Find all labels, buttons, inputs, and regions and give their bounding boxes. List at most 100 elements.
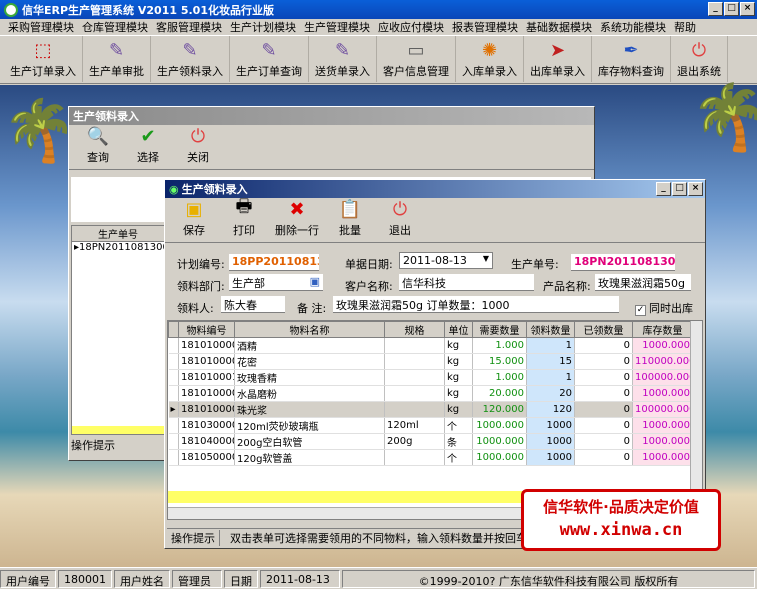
- table-cell[interactable]: 1000.000: [632, 417, 693, 434]
- table-cell[interactable]: 1000: [526, 417, 575, 434]
- table-cell[interactable]: 15: [526, 353, 575, 370]
- table-cell[interactable]: 个: [444, 449, 473, 466]
- table-cell[interactable]: 15.000: [472, 353, 527, 370]
- table-cell[interactable]: 120ml: [384, 417, 445, 434]
- table-cell[interactable]: 1000: [526, 449, 575, 466]
- table-cell[interactable]: 酒精: [234, 337, 385, 354]
- batch-button[interactable]: 📋 批量: [325, 199, 375, 240]
- table-row[interactable]: 1810500004120g软管盖个1000.000100001000.000: [168, 449, 693, 466]
- table-row[interactable]: 1810300001120ml荧砂玻璃瓶120ml个1000.000100001…: [168, 417, 693, 434]
- table-row[interactable]: 1810100006花密 kg15.000150110000.000: [168, 353, 693, 370]
- table-cell[interactable]: [384, 401, 445, 418]
- window-maximize-button[interactable]: □: [672, 182, 687, 196]
- toolbar-pick-entry-button[interactable]: ✎ 生产领料录入: [151, 36, 230, 82]
- table-cell[interactable]: 0: [574, 401, 633, 418]
- col-header-picked[interactable]: 已领数量: [574, 321, 633, 338]
- col-header-spec[interactable]: 规格: [384, 321, 445, 338]
- table-cell[interactable]: 1810100007: [178, 385, 235, 402]
- menu-production[interactable]: 生产管理模块: [300, 19, 374, 35]
- delete-row-button[interactable]: ✖ 删除一行: [269, 199, 325, 240]
- back-grid-row[interactable]: ▸18PN20110813001: [72, 242, 164, 253]
- table-cell[interactable]: 100000.000: [632, 401, 693, 418]
- table-cell[interactable]: 1810100001: [178, 337, 235, 354]
- table-cell[interactable]: kg: [444, 385, 473, 402]
- window-minimize-button[interactable]: _: [656, 182, 671, 196]
- table-cell[interactable]: 水晶磨粉: [234, 385, 385, 402]
- back-window-grid[interactable]: 生产单号 ▸18PN20110813001: [71, 225, 165, 435]
- table-row[interactable]: 1810100012玫瑰香精 kg1.00010100000.000: [168, 369, 693, 386]
- print-button[interactable]: 🖶 打印: [219, 196, 269, 240]
- window-close-button[interactable]: ×: [688, 182, 703, 196]
- table-cell[interactable]: 100000.000: [632, 369, 693, 386]
- table-cell[interactable]: 1000.000: [632, 449, 693, 466]
- table-cell[interactable]: 20: [526, 385, 575, 402]
- table-row[interactable]: 1810100001酒精 kg1.000101000.000: [168, 337, 693, 354]
- table-cell[interactable]: 花密: [234, 353, 385, 370]
- table-cell[interactable]: 0: [574, 337, 633, 354]
- close-button[interactable]: ×: [740, 2, 755, 16]
- table-cell[interactable]: 1: [526, 337, 575, 354]
- toolbar-order-query-button[interactable]: ✎ 生产订单查询: [230, 36, 309, 82]
- checkbox-checked-icon[interactable]: ✓: [635, 305, 646, 316]
- close-window-button[interactable]: ⏻ 关闭: [173, 126, 223, 167]
- col-header-name[interactable]: 物料名称: [234, 321, 385, 338]
- table-cell[interactable]: 1810500004: [178, 449, 235, 466]
- exit-button[interactable]: ⏻ 退出: [375, 199, 425, 240]
- remark-field[interactable]: 玫瑰果滋润霜50g 订单数量：1000: [333, 296, 619, 313]
- picker-field[interactable]: 陈大春: [221, 296, 285, 313]
- table-cell[interactable]: 1810300001: [178, 417, 235, 434]
- menu-basic-data[interactable]: 基础数据模块: [522, 19, 596, 35]
- table-cell[interactable]: [384, 369, 445, 386]
- toolbar-outbound-button[interactable]: ➤ 出库单录入: [524, 36, 592, 82]
- table-cell[interactable]: 1000.000: [472, 433, 527, 450]
- table-cell[interactable]: 1000.000: [632, 433, 693, 450]
- table-cell[interactable]: 200g空白软管: [234, 433, 385, 450]
- table-cell[interactable]: 120ml荧砂玻璃瓶: [234, 417, 385, 434]
- table-cell[interactable]: 0: [574, 449, 633, 466]
- menu-service[interactable]: 客服管理模块: [152, 19, 226, 35]
- col-header-required[interactable]: 需要数量: [472, 321, 527, 338]
- dropdown-arrow-icon[interactable]: ▼: [483, 254, 489, 263]
- menu-report[interactable]: 报表管理模块: [448, 19, 522, 35]
- table-cell[interactable]: kg: [444, 401, 473, 418]
- toolbar-customer-button[interactable]: ▭ 客户信息管理: [377, 36, 456, 82]
- table-cell[interactable]: 110000.000: [632, 353, 693, 370]
- table-cell[interactable]: 1000.000: [472, 417, 527, 434]
- save-button[interactable]: ▣ 保存: [169, 199, 219, 240]
- table-cell[interactable]: 120.000: [472, 401, 527, 418]
- table-cell[interactable]: 0: [574, 385, 633, 402]
- table-cell[interactable]: 20.000: [472, 385, 527, 402]
- table-cell[interactable]: [384, 337, 445, 354]
- table-cell[interactable]: kg: [444, 353, 473, 370]
- lookup-icon[interactable]: ▣: [310, 275, 320, 288]
- table-cell[interactable]: 200g: [384, 433, 445, 450]
- table-cell[interactable]: 120: [526, 401, 575, 418]
- table-cell[interactable]: kg: [444, 337, 473, 354]
- table-cell[interactable]: 1000.000: [632, 337, 693, 354]
- table-cell[interactable]: 1000.000: [472, 449, 527, 466]
- table-cell[interactable]: 条: [444, 433, 473, 450]
- table-row[interactable]: 1810100007水晶磨粉 kg20.0002001000.000: [168, 385, 693, 402]
- toolbar-stock-query-button[interactable]: ✒ 库存物料查询: [592, 36, 671, 82]
- col-header-pick-qty[interactable]: 领料数量: [526, 321, 575, 338]
- customer-field[interactable]: 信华科技: [399, 274, 534, 291]
- table-cell[interactable]: 1000.000: [632, 385, 693, 402]
- toolbar-order-entry-button[interactable]: ⬚ 生产订单录入: [4, 36, 83, 82]
- prod-no-field[interactable]: 18PN20110813001: [571, 254, 675, 271]
- date-picker[interactable]: 2011-08-13 ▼: [399, 252, 493, 269]
- col-header-stock[interactable]: 库存数量: [632, 321, 693, 338]
- select-button[interactable]: ✔ 选择: [123, 126, 173, 167]
- outbound-checkbox[interactable]: ✓ 同时出库: [635, 300, 693, 316]
- table-cell[interactable]: [384, 353, 445, 370]
- maximize-button[interactable]: □: [724, 2, 739, 16]
- table-cell[interactable]: 个: [444, 417, 473, 434]
- col-header-unit[interactable]: 单位: [444, 321, 473, 338]
- table-cell[interactable]: 0: [574, 353, 633, 370]
- toolbar-approve-button[interactable]: ✎ 生产单审批: [83, 36, 151, 82]
- table-cell[interactable]: 0: [574, 417, 633, 434]
- minimize-button[interactable]: _: [708, 2, 723, 16]
- product-field[interactable]: 玫瑰果滋润霜50g: [595, 274, 691, 291]
- table-row[interactable]: ▸1810100008珠光浆kg120.0001200100000.000: [168, 401, 693, 418]
- table-cell[interactable]: kg: [444, 369, 473, 386]
- table-cell[interactable]: 1: [526, 369, 575, 386]
